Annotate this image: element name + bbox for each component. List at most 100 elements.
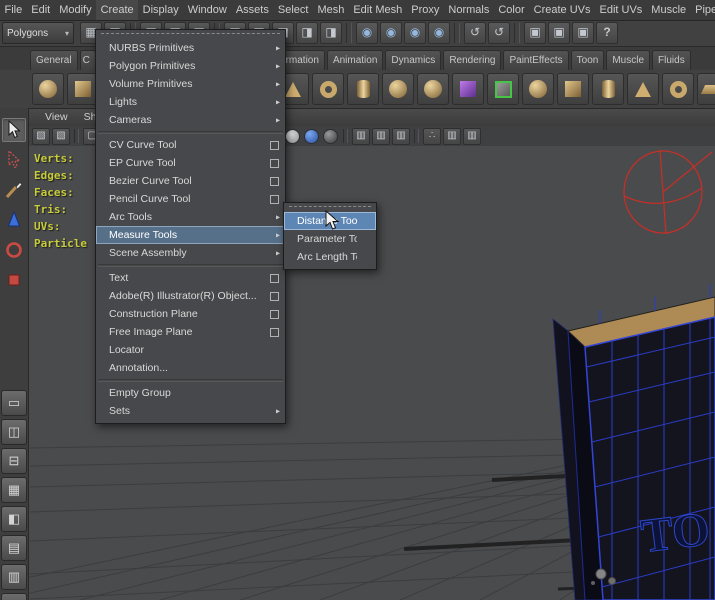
cylinder-icon[interactable] (592, 73, 624, 105)
menu-muscle[interactable]: Muscle (647, 0, 691, 20)
cone-icon[interactable] (627, 73, 659, 105)
cube-icon[interactable] (557, 73, 589, 105)
menu-window[interactable]: Window (183, 0, 231, 20)
lasso-select-tool[interactable] (2, 148, 26, 172)
scale-tool[interactable] (2, 268, 26, 292)
status-hist-icon[interactable]: ↺ (488, 22, 510, 44)
paint-select-tool[interactable] (2, 178, 26, 202)
option-box[interactable] (270, 274, 279, 283)
panel-menu-view[interactable]: View (38, 111, 75, 123)
option-box[interactable] (270, 195, 279, 204)
status-help-icon[interactable]: ? (596, 22, 618, 44)
ball-dark-icon[interactable] (323, 129, 338, 144)
menu-mesh[interactable]: Mesh (313, 0, 349, 20)
sq-icon[interactable]: ▥ (352, 128, 370, 145)
sphere-icon[interactable] (32, 73, 64, 105)
create-menu-item-adobe-r-illustrator-r-object[interactable]: Adobe(R) Illustrator(R) Object... (96, 287, 285, 305)
shelf-tab-rendering[interactable]: Rendering (443, 50, 501, 70)
torus-icon[interactable] (662, 73, 694, 105)
menu-create[interactable]: Create (96, 0, 138, 20)
menu-file[interactable]: File (0, 0, 27, 20)
status-rend-icon[interactable]: ▣ (548, 22, 570, 44)
create-menu-item-construction-plane[interactable]: Construction Plane (96, 305, 285, 323)
share-icon[interactable]: ∴ (423, 128, 441, 145)
outliner-persp-layout[interactable]: ▤ (1, 535, 27, 561)
shelf-tab-dynamics[interactable]: Dynamics (385, 50, 441, 70)
persp-graph-layout[interactable]: ◨ (1, 593, 27, 600)
shelf-tab-fluids[interactable]: Fluids (652, 50, 691, 70)
sq-icon[interactable]: ▥ (443, 128, 461, 145)
menu-select[interactable]: Select (273, 0, 313, 20)
option-box[interactable] (270, 310, 279, 319)
three-pane-left-layout[interactable]: ◧ (1, 506, 27, 532)
create-menu-item-measure-tools[interactable]: Measure Tools▸ (96, 226, 285, 244)
create-menu-item-pencil-curve-tool[interactable]: Pencil Curve Tool (96, 190, 285, 208)
create-menu-item-empty-group[interactable]: Empty Group (96, 384, 285, 402)
status-sel-icon[interactable]: ◨ (296, 22, 318, 44)
single-pane-layout[interactable]: ▭ (1, 390, 27, 416)
cube-icon[interactable]: ▧ (52, 128, 70, 145)
menu-proxy[interactable]: Proxy (407, 0, 444, 20)
shelf-tab-painteffects[interactable]: PaintEffects (503, 50, 568, 70)
rotate-tool[interactable] (2, 238, 26, 262)
sq-icon[interactable]: ▥ (392, 128, 410, 145)
ball-blue-icon[interactable] (304, 129, 319, 144)
option-box[interactable] (270, 328, 279, 337)
hypergraph-persp-layout[interactable]: ▥ (1, 564, 27, 590)
create-menu-item-polygon-primitives[interactable]: Polygon Primitives▸ (96, 57, 285, 75)
status-rend-icon[interactable]: ▣ (524, 22, 546, 44)
shelf-tab-toon[interactable]: Toon (571, 50, 605, 70)
menu-modify[interactable]: Modify (55, 0, 96, 20)
green-cube-icon[interactable] (487, 73, 519, 105)
pipe-icon[interactable] (312, 73, 344, 105)
create-menu-item-volume-primitives[interactable]: Volume Primitives▸ (96, 75, 285, 93)
menu-edit-mesh[interactable]: Edit Mesh (349, 0, 407, 20)
soccer-icon[interactable] (382, 73, 414, 105)
ball-gray-icon[interactable] (285, 129, 300, 144)
create-menu-item-ep-curve-tool[interactable]: EP Curve Tool (96, 154, 285, 172)
create-menu-item-annotation[interactable]: Annotation... (96, 359, 285, 377)
create-menu-item-arc-tools[interactable]: Arc Tools▸ (96, 208, 285, 226)
status-hist-icon[interactable]: ↺ (464, 22, 486, 44)
create-menu-item-text[interactable]: Text (96, 269, 285, 287)
option-box[interactable] (270, 141, 279, 150)
sphere-icon[interactable] (522, 73, 554, 105)
submenu-item-parameter-tool[interactable]: Parameter Tool (284, 230, 376, 248)
shelf-tab-muscle[interactable]: Muscle (606, 50, 650, 70)
create-menu-item-locator[interactable]: Locator (96, 341, 285, 359)
option-box[interactable] (270, 292, 279, 301)
platonic-icon[interactable] (417, 73, 449, 105)
shelf-tab-animation[interactable]: Animation (327, 50, 383, 70)
create-menu-item-sets[interactable]: Sets▸ (96, 402, 285, 420)
purple-cube-icon[interactable] (452, 73, 484, 105)
create-menu-item-cv-curve-tool[interactable]: CV Curve Tool (96, 136, 285, 154)
two-pane-stacked-layout[interactable]: ⊟ (1, 448, 27, 474)
option-box[interactable] (270, 159, 279, 168)
helix-icon[interactable] (347, 73, 379, 105)
create-menu-item-lights[interactable]: Lights▸ (96, 93, 285, 111)
wireframe-model[interactable]: TO (553, 284, 715, 600)
menu-normals[interactable]: Normals (444, 0, 494, 20)
status-sel-icon[interactable]: ◨ (320, 22, 342, 44)
cube-icon[interactable]: ▧ (32, 128, 50, 145)
sq-icon[interactable]: ▥ (463, 128, 481, 145)
shelf-tab-c[interactable]: C (80, 50, 96, 70)
menu-tearoff-handle[interactable] (101, 33, 280, 37)
four-pane-layout[interactable]: ▦ (1, 477, 27, 503)
menu-pipeline[interactable]: Pipeline (691, 0, 715, 20)
shelf-tab-general[interactable]: General (30, 50, 78, 70)
select-tool[interactable] (2, 118, 26, 142)
create-menu-item-scene-assembly[interactable]: Scene Assembly▸ (96, 244, 285, 262)
two-pane-side-layout[interactable]: ◫ (1, 419, 27, 445)
status-snap-icon[interactable]: ◉ (404, 22, 426, 44)
menu-color[interactable]: Color (494, 0, 529, 20)
move-tool[interactable] (2, 208, 26, 232)
menu-assets[interactable]: Assets (231, 0, 273, 20)
create-menu-item-free-image-plane[interactable]: Free Image Plane (96, 323, 285, 341)
status-snap-icon[interactable]: ◉ (380, 22, 402, 44)
status-snap-icon[interactable]: ◉ (428, 22, 450, 44)
menu-create-uvs[interactable]: Create UVs (529, 0, 595, 20)
option-box[interactable] (270, 177, 279, 186)
shelf-tab-rmation[interactable]: rmation (280, 50, 325, 70)
sq-icon[interactable]: ▥ (372, 128, 390, 145)
